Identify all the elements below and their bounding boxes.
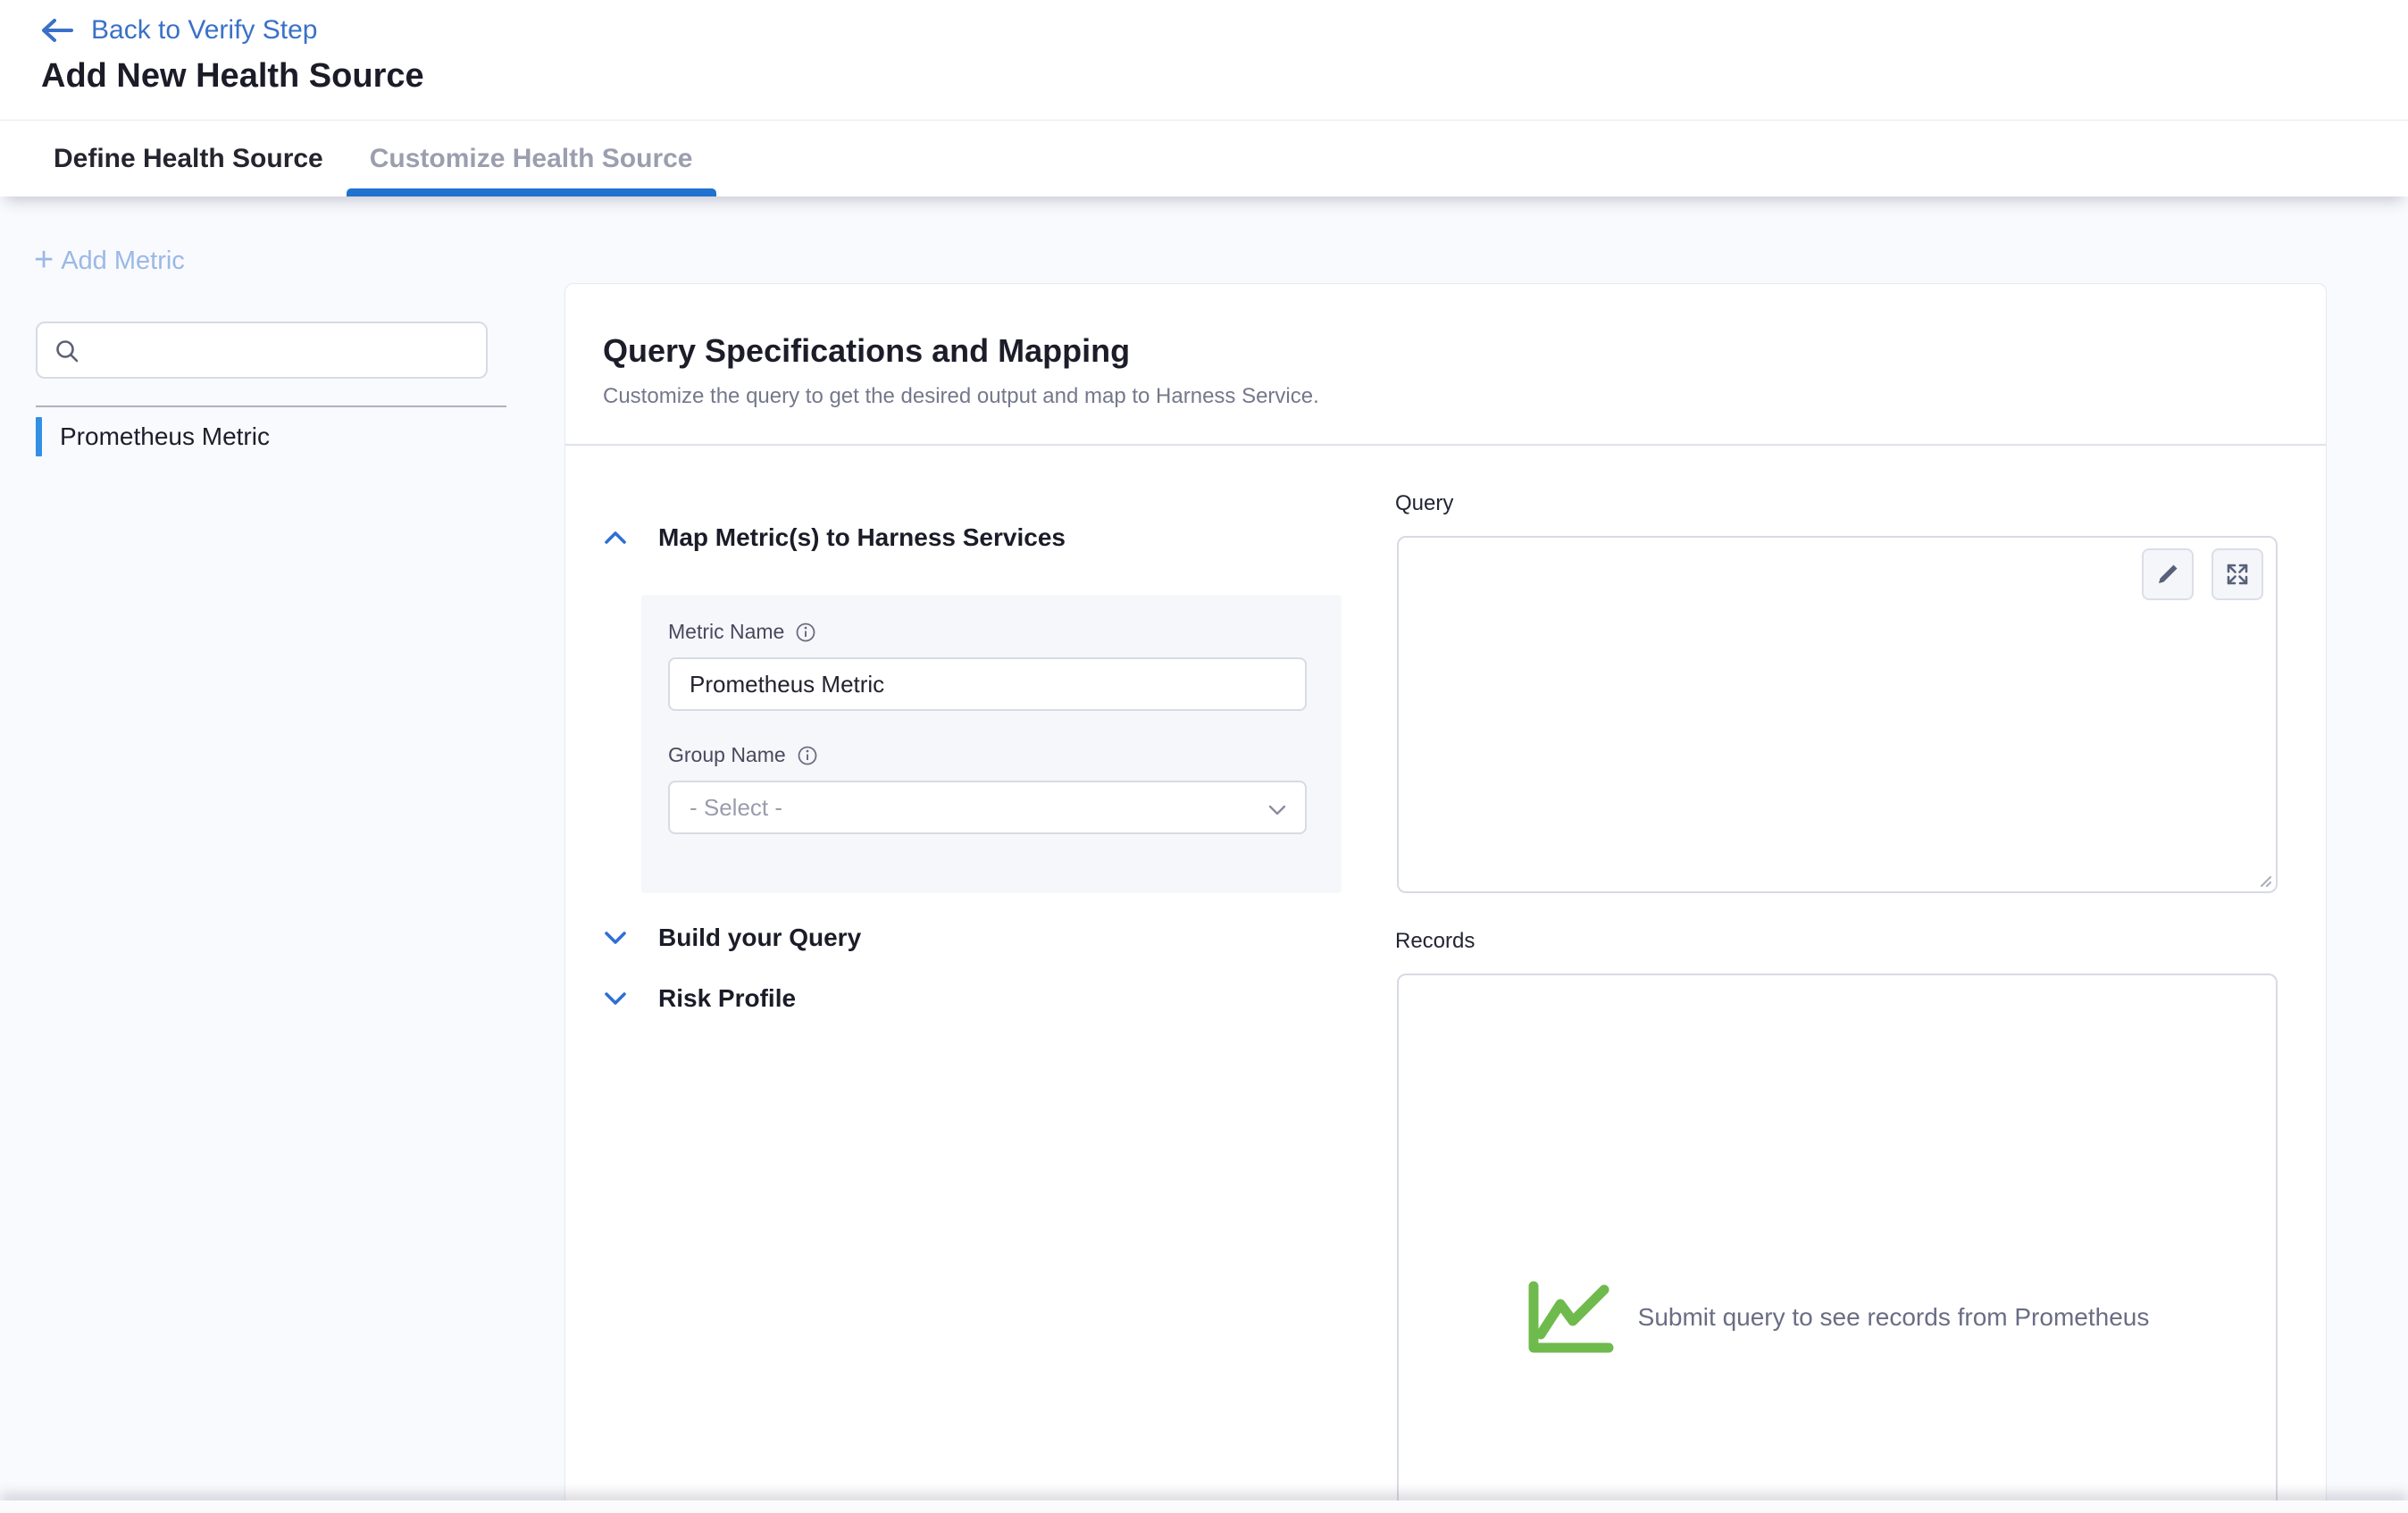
panel-title: Query Specifications and Mapping: [603, 332, 1130, 370]
metric-mapping-panel: Metric Name Group Name - Select -: [641, 595, 1342, 893]
back-link-label: Back to Verify Step: [91, 15, 317, 46]
expand-icon: [2224, 561, 2251, 588]
plus-icon: +: [34, 247, 54, 273]
page-header: Back to Verify Step Add New Health Sourc…: [0, 0, 2408, 196]
section-risk-profile-label: Risk Profile: [658, 984, 796, 1013]
metric-search-box: [36, 322, 488, 379]
info-icon[interactable]: [797, 745, 818, 766]
search-icon: [54, 338, 80, 364]
add-metric-button[interactable]: + Add Metric: [34, 247, 185, 276]
metric-name-label: Metric Name: [668, 620, 784, 644]
back-to-verify-step-link[interactable]: Back to Verify Step: [39, 11, 317, 50]
chevron-up-icon: [603, 529, 628, 547]
group-name-select-value: - Select -: [690, 794, 782, 822]
arrow-left-icon: [39, 17, 75, 44]
resize-handle[interactable]: [2253, 869, 2273, 889]
chevron-down-icon: [603, 990, 628, 1007]
query-label: Query: [1395, 491, 1453, 516]
expand-query-button[interactable]: [2212, 548, 2263, 600]
pencil-icon: [2154, 561, 2181, 588]
panel-divider: [565, 444, 2326, 446]
group-name-select[interactable]: - Select -: [668, 781, 1307, 834]
section-map-metrics-label: Map Metric(s) to Harness Services: [658, 523, 1066, 552]
section-build-query-label: Build your Query: [658, 924, 861, 952]
chevron-down-icon: [603, 929, 628, 947]
tab-customize-label: Customize Health Source: [370, 144, 693, 174]
group-name-label: Group Name: [668, 743, 786, 767]
metric-item-label: Prometheus Metric: [60, 422, 270, 451]
section-build-query-toggle[interactable]: Build your Query: [603, 924, 861, 952]
metrics-sidebar: + Add Metric Prometheus Metric: [0, 196, 564, 1513]
edit-query-button[interactable]: [2142, 548, 2194, 600]
info-icon[interactable]: [795, 622, 816, 643]
tab-define-label: Define Health Source: [54, 144, 323, 174]
metric-list-item-prometheus[interactable]: Prometheus Metric: [36, 416, 529, 457]
records-label: Records: [1395, 929, 1475, 954]
records-panel: Submit query to see records from Prometh…: [1397, 974, 2278, 1513]
active-tab-underline: [347, 188, 716, 196]
query-specifications-panel: Query Specifications and Mapping Customi…: [564, 283, 2327, 1513]
chevron-down-icon: [1267, 804, 1287, 816]
add-metric-label: Add Metric: [61, 247, 185, 276]
section-risk-profile-toggle[interactable]: Risk Profile: [603, 984, 796, 1013]
panel-subtitle: Customize the query to get the desired o…: [603, 384, 1319, 409]
tab-define-health-source[interactable]: Define Health Source: [30, 121, 347, 196]
line-chart-icon: [1526, 1279, 1615, 1356]
selected-indicator-bar: [36, 417, 42, 456]
metric-name-input[interactable]: [668, 657, 1307, 711]
records-empty-state: Submit query to see records from Prometh…: [1399, 1279, 2276, 1356]
tab-customize-health-source[interactable]: Customize Health Source: [347, 121, 716, 196]
section-map-metrics-toggle[interactable]: Map Metric(s) to Harness Services: [603, 523, 1066, 552]
metric-search-input[interactable]: [93, 323, 477, 377]
sidebar-divider: [36, 405, 506, 407]
footer-shade: [0, 1500, 2408, 1513]
tab-bar: Define Health Source Customize Health So…: [0, 120, 2408, 196]
query-editor: [1397, 536, 2278, 893]
records-empty-message: Submit query to see records from Prometh…: [1638, 1303, 2150, 1332]
page-title: Add New Health Source: [41, 57, 424, 96]
